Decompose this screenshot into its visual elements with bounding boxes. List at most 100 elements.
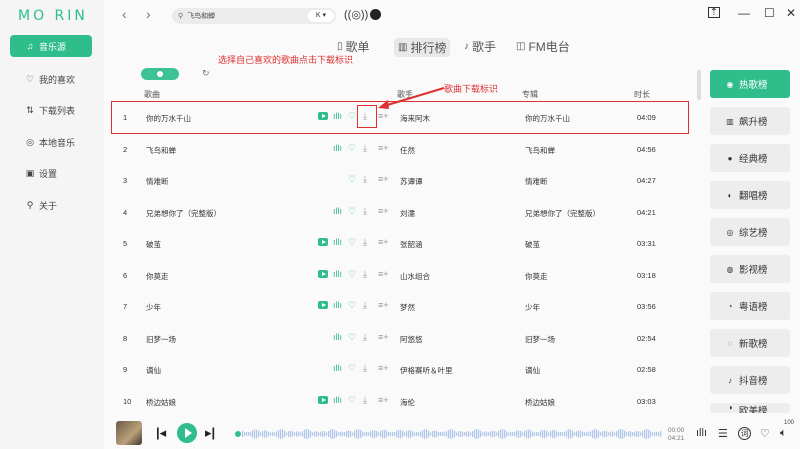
like-heart-icon[interactable]: ♡ <box>348 363 356 374</box>
download-icon[interactable]: ⤓ <box>363 206 367 217</box>
add-to-playlist-icon[interactable]: ≡+ <box>378 363 389 373</box>
song-artist[interactable]: 海来阿木 <box>400 113 430 124</box>
forward-arrow-icon[interactable]: › <box>146 6 151 22</box>
ranking-item-8[interactable]: ♪ 抖音榜 <box>710 366 790 394</box>
search-input[interactable]: 飞鸟和蝉 <box>187 11 215 21</box>
download-icon[interactable]: ⤓ <box>363 395 367 406</box>
lyrics-icon[interactable]: 词 <box>738 427 751 440</box>
like-heart-icon[interactable]: ♡ <box>348 395 356 406</box>
sidebar-item-2[interactable]: ⇅ 下载列表 <box>10 99 92 121</box>
song-album[interactable]: 桥边姑娘 <box>525 397 555 408</box>
sound-wave-icon[interactable]: ıllı <box>333 395 342 405</box>
download-icon[interactable]: ⤓ <box>363 174 367 185</box>
sound-wave-icon[interactable]: ıllı <box>333 363 342 373</box>
back-arrow-icon[interactable]: ‹ <box>122 6 127 22</box>
ranking-item-1[interactable]: ▥ 飙升榜 <box>710 107 790 135</box>
song-album[interactable]: 你莫走 <box>525 271 548 282</box>
add-to-playlist-icon[interactable]: ≡+ <box>378 395 389 405</box>
song-title[interactable]: 飞鸟和蝉 <box>146 145 176 156</box>
song-artist[interactable]: 刘濡 <box>400 208 415 219</box>
table-row[interactable]: 8 旧梦一场 ıllı ♡ ⤓ ≡+ 阿悠悠 旧梦一场 02:54 <box>112 323 688 354</box>
minimize-icon[interactable]: — <box>738 6 750 20</box>
volume-icon[interactable]: 🔈︎ <box>780 427 787 440</box>
like-heart-icon[interactable]: ♡ <box>348 206 356 217</box>
ranking-item-4[interactable]: ◎ 综艺榜 <box>710 218 790 246</box>
download-icon[interactable]: ⤓ <box>363 143 367 154</box>
record-icon[interactable] <box>370 9 381 20</box>
ranking-item-6[interactable]: ◔ 粤语榜 <box>710 292 790 320</box>
song-artist[interactable]: 苏谭谭 <box>400 176 423 187</box>
sound-wave-icon[interactable]: ıllı <box>696 427 707 439</box>
song-album[interactable]: 飞鸟和蝉 <box>525 145 555 156</box>
table-row[interactable]: 10 桥边姑娘 ıllı ♡ ⤓ ≡+ 海伦 桥边姑娘 03:03 <box>112 386 688 417</box>
song-artist[interactable]: 张韶涵 <box>400 239 423 250</box>
sidebar-item-0[interactable]: ♫ 音乐源 <box>10 35 92 57</box>
sidebar-item-1[interactable]: ♡ 我的喜欢 <box>10 68 92 90</box>
ranking-item-5[interactable]: ◍ 影视榜 <box>710 255 790 283</box>
song-album[interactable]: 情难断 <box>525 176 548 187</box>
add-to-playlist-icon[interactable]: ≡+ <box>378 269 389 279</box>
mv-icon[interactable] <box>318 238 328 246</box>
song-title[interactable]: 破茧 <box>146 239 161 250</box>
song-title[interactable]: 你莫走 <box>146 271 169 282</box>
ranking-item-2[interactable]: ● 经典榜 <box>710 144 790 172</box>
sound-wave-icon[interactable]: ıllı <box>333 111 342 121</box>
sidebar-item-5[interactable]: ⚲ 关于 <box>10 194 92 216</box>
song-artist[interactable]: 海伦 <box>400 397 415 408</box>
add-to-playlist-icon[interactable]: ≡+ <box>378 237 389 247</box>
like-heart-icon[interactable]: ♡ <box>348 332 356 343</box>
like-heart-icon[interactable]: ♡ <box>348 174 356 185</box>
ranking-item-7[interactable]: ◌ 新歌榜 <box>710 329 790 357</box>
close-icon[interactable]: ✕ <box>786 6 796 20</box>
mv-icon[interactable] <box>318 301 328 309</box>
table-row[interactable]: 7 少年 ıllı ♡ ⤓ ≡+ 梦然 少年 03:56 <box>112 291 688 322</box>
waveform-progress[interactable] <box>234 427 662 441</box>
add-to-playlist-icon[interactable]: ≡+ <box>378 332 389 342</box>
song-title[interactable]: 你的万水千山 <box>146 113 191 124</box>
sound-wave-icon[interactable]: ıllı <box>333 332 342 342</box>
tab-1[interactable]: ▥ 排行榜 <box>394 38 451 57</box>
song-title[interactable]: 谪仙 <box>146 365 161 376</box>
refresh-icon[interactable]: ↻ <box>202 68 210 79</box>
list-scrollbar[interactable] <box>697 70 701 100</box>
song-artist[interactable]: 任然 <box>400 145 415 156</box>
sidebar-item-3[interactable]: ◎ 本地音乐 <box>10 131 92 153</box>
sound-wave-icon[interactable]: ıllı <box>333 269 342 279</box>
ranking-item-3[interactable]: ◐ 翻唱榜 <box>710 181 790 209</box>
mv-icon[interactable] <box>318 112 328 120</box>
like-heart-icon[interactable]: ♡ <box>348 143 356 154</box>
song-album[interactable]: 破茧 <box>525 239 540 250</box>
mv-icon[interactable] <box>318 395 328 404</box>
table-row[interactable]: 5 破茧 ıllı ♡ ⤓ ≡+ 张韶涵 破茧 03:31 <box>112 228 688 259</box>
like-heart-icon[interactable]: ♡ <box>348 111 356 122</box>
search-bar[interactable]: ⚲ 飞鸟和蝉 K ▾ <box>172 8 336 24</box>
song-album[interactable]: 旧梦一场 <box>525 334 555 345</box>
listen-recognize-icon[interactable]: ((◎)) <box>344 8 368 21</box>
table-row[interactable]: 4 兄弟想你了（完整版） ıllı ♡ ⤓ ≡+ 刘濡 兄弟想你了（完整版） 04:21 <box>112 197 688 228</box>
add-to-playlist-icon[interactable]: ≡+ <box>378 300 389 310</box>
tab-3[interactable]: ◫ FM电台 <box>516 38 570 55</box>
download-icon[interactable]: ⤓ <box>363 300 367 311</box>
mv-icon[interactable] <box>318 269 328 278</box>
playlist-icon[interactable]: ☰ <box>718 427 728 440</box>
like-heart-icon[interactable]: ♡ <box>348 237 356 248</box>
song-title[interactable]: 兄弟想你了（完整版） <box>146 208 221 219</box>
sound-wave-icon[interactable]: ıllı <box>333 300 342 310</box>
ranking-item-0[interactable]: ◉ 热歌榜 <box>710 70 790 98</box>
download-icon[interactable]: ⤓ <box>363 237 367 248</box>
song-album[interactable]: 你的万水千山 <box>525 113 570 124</box>
add-to-playlist-icon[interactable]: ≡+ <box>378 174 389 184</box>
download-icon[interactable]: ⤓ <box>363 269 367 280</box>
favorite-heart-icon[interactable]: ♡ <box>760 427 770 440</box>
sound-wave-icon[interactable]: ıllı <box>333 206 342 216</box>
table-row[interactable]: 3 情难断 ♡ ⤓ ≡+ 苏谭谭 情难断 04:27 <box>112 165 688 196</box>
song-album[interactable]: 兄弟想你了（完整版） <box>525 208 600 219</box>
sound-wave-icon[interactable]: ıllı <box>333 237 342 247</box>
add-to-playlist-icon[interactable]: ≡+ <box>378 206 389 216</box>
previous-icon[interactable]: |◂ <box>156 425 166 441</box>
song-artist[interactable]: 伊格赛听＆叶里 <box>400 365 453 376</box>
song-album[interactable]: 谪仙 <box>525 365 540 376</box>
song-title[interactable]: 情难断 <box>146 176 169 187</box>
song-artist[interactable]: 山水组合 <box>400 271 430 282</box>
maximize-icon[interactable]: ☐ <box>764 6 775 20</box>
